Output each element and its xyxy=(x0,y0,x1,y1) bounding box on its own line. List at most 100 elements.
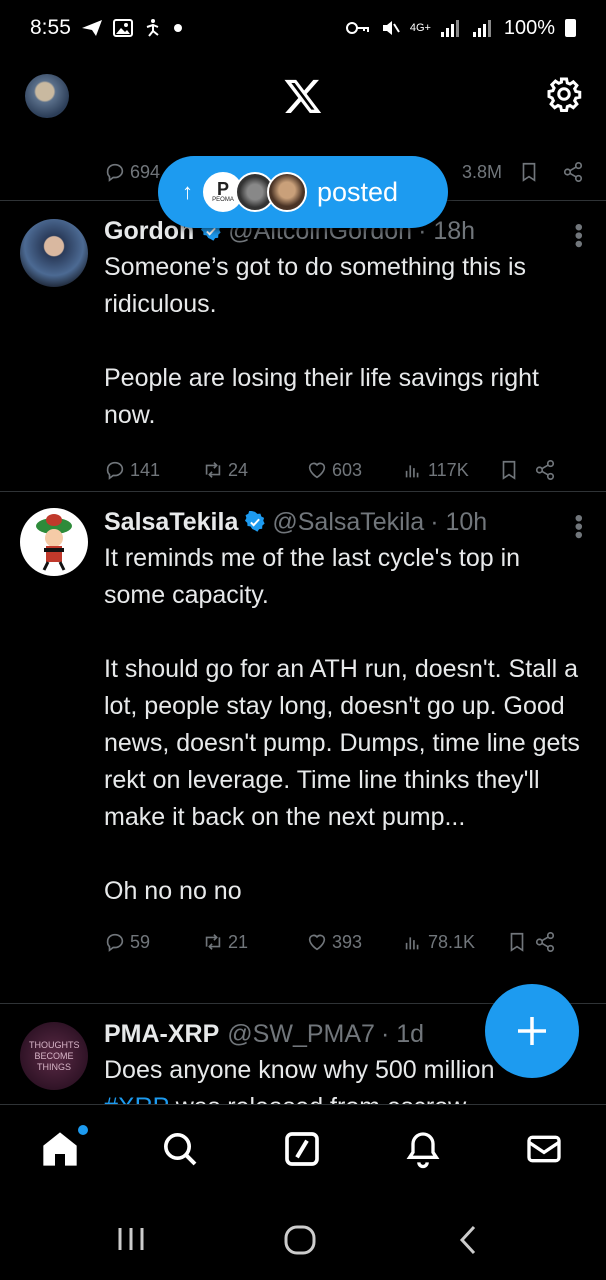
profile-avatar[interactable] xyxy=(25,74,69,118)
mute-icon xyxy=(382,21,400,35)
new-posts-pill[interactable]: ↑ P PEOMA posted xyxy=(158,156,448,228)
timeline-feed[interactable]: 694 3.8M Gordon @AltcoinGordon · 18h •••… xyxy=(0,136,606,1104)
reply-icon xyxy=(106,163,124,182)
tweet-text: Someone’s got to do something this is ri… xyxy=(104,249,582,434)
battery-percent: 100% xyxy=(503,16,555,39)
pill-avatar xyxy=(267,172,307,212)
like-button[interactable]: 603 xyxy=(306,459,402,481)
like-count: 393 xyxy=(332,931,363,952)
battery-icon xyxy=(565,19,576,37)
reply-button[interactable]: 59 xyxy=(104,931,202,953)
avatar-cartoon-icon xyxy=(36,514,72,571)
tweet-time: · 1d xyxy=(380,1019,425,1048)
pill-avatar-badge: PEOMA xyxy=(212,197,234,203)
send-icon xyxy=(81,20,102,36)
repost-button[interactable]: 21 xyxy=(202,931,306,953)
grok-icon xyxy=(285,1132,319,1166)
nav-notifications[interactable] xyxy=(403,1129,447,1173)
share-button[interactable] xyxy=(534,931,556,953)
gear-icon[interactable] xyxy=(546,76,582,112)
bookmark-button[interactable] xyxy=(518,161,540,183)
tweet[interactable]: SalsaTekila @SalsaTekila · 10h ••• It re… xyxy=(0,491,606,1003)
nav-messages[interactable] xyxy=(524,1129,568,1173)
pill-label: posted xyxy=(317,176,399,207)
analytics-icon xyxy=(405,465,419,478)
bottom-nav xyxy=(0,1104,606,1200)
tweet-paragraph: It should go for an ATH run, doesn't. St… xyxy=(104,655,580,831)
author-handle[interactable]: @SW_PMA7 xyxy=(227,1020,375,1049)
more-options-icon[interactable]: ••• xyxy=(565,223,592,248)
home-icon xyxy=(43,1132,77,1166)
nav-search[interactable] xyxy=(160,1129,204,1173)
status-bar: 8:55 4G+ 100% xyxy=(0,0,606,56)
views-count: 3.8M xyxy=(461,161,502,182)
avatar[interactable]: THOUGHTS BECOME THINGS xyxy=(20,1022,88,1090)
pill-avatar-logo-icon: P xyxy=(216,179,229,199)
reply-icon xyxy=(106,933,124,952)
search-icon xyxy=(164,1133,197,1166)
back-icon[interactable] xyxy=(456,1224,482,1256)
nav-home[interactable] xyxy=(40,1125,88,1173)
notifications-icon xyxy=(406,1132,440,1169)
avatar[interactable] xyxy=(20,508,88,576)
gallery-icon xyxy=(112,19,133,37)
like-count: 603 xyxy=(332,459,363,480)
tweet-line: #XRP was released from escrow xyxy=(104,1089,582,1104)
share-button[interactable] xyxy=(562,161,584,183)
bookmark-button[interactable] xyxy=(506,931,534,953)
tweet-paragraph: It reminds me of the last cycle's top in… xyxy=(104,544,521,609)
notification-dot xyxy=(78,1125,88,1135)
like-button[interactable]: 393 xyxy=(306,931,402,953)
views-count: 78.1K xyxy=(428,931,476,952)
share-button[interactable] xyxy=(534,459,556,481)
share-icon xyxy=(535,932,555,952)
repost-icon xyxy=(205,934,221,950)
clock: 8:55 xyxy=(30,16,71,39)
bookmark-button[interactable] xyxy=(498,459,534,481)
views-button[interactable]: 78.1K xyxy=(402,931,506,953)
bookmark-icon xyxy=(502,460,516,480)
pill-avatars: P PEOMA xyxy=(203,172,307,212)
tweet-line-rest: was released from escrow xyxy=(169,1093,466,1104)
reply-count: 141 xyxy=(130,459,161,480)
home-circle-icon[interactable] xyxy=(283,1224,317,1256)
hashtag-link[interactable]: #XRP xyxy=(104,1093,169,1104)
analytics-icon xyxy=(405,937,419,950)
arrow-up-icon: ↑ xyxy=(182,179,193,204)
avatar[interactable] xyxy=(20,219,88,287)
share-icon xyxy=(535,460,555,480)
signal-r-icon xyxy=(472,20,491,37)
network-type: 4G+ xyxy=(409,21,431,34)
author-name[interactable]: SalsaTekila xyxy=(104,508,238,537)
share-icon xyxy=(563,162,583,182)
status-bar-right: 4G+ 100% xyxy=(345,16,576,40)
x-logo-icon[interactable] xyxy=(282,76,324,116)
avatar-text: THOUGHTS BECOME THINGS xyxy=(29,1039,80,1072)
system-nav-bar xyxy=(0,1200,606,1280)
views-button[interactable]: 117K xyxy=(402,459,498,481)
repost-button[interactable]: 24 xyxy=(202,459,306,481)
author-handle[interactable]: @SalsaTekila xyxy=(272,508,424,537)
author-name[interactable]: PMA-XRP xyxy=(104,1020,219,1049)
reply-button[interactable]: 141 xyxy=(104,459,202,481)
views-count: 117K xyxy=(428,459,469,480)
reply-count: 59 xyxy=(130,931,151,952)
repost-icon xyxy=(205,462,221,478)
recents-icon[interactable] xyxy=(114,1224,148,1254)
dot-icon xyxy=(173,24,182,32)
tweet[interactable]: Gordon @AltcoinGordon · 18h ••• Someone’… xyxy=(0,200,606,492)
nav-grok[interactable] xyxy=(282,1129,326,1173)
vpn-key-icon xyxy=(345,22,369,34)
tweet-text: It reminds me of the last cycle's top in… xyxy=(104,540,582,910)
repost-count: 21 xyxy=(228,931,249,952)
signal-icon xyxy=(440,20,459,37)
compose-button[interactable] xyxy=(485,984,579,1078)
repost-count: 24 xyxy=(228,459,249,480)
bookmark-icon xyxy=(522,162,536,182)
status-bar-left: 8:55 xyxy=(30,16,183,40)
tweet-time: · 10h xyxy=(430,507,488,536)
heart-icon xyxy=(308,462,326,479)
more-options-icon[interactable]: ••• xyxy=(565,514,592,539)
plus-icon xyxy=(518,1017,546,1045)
reply-count: 694 xyxy=(130,161,161,182)
